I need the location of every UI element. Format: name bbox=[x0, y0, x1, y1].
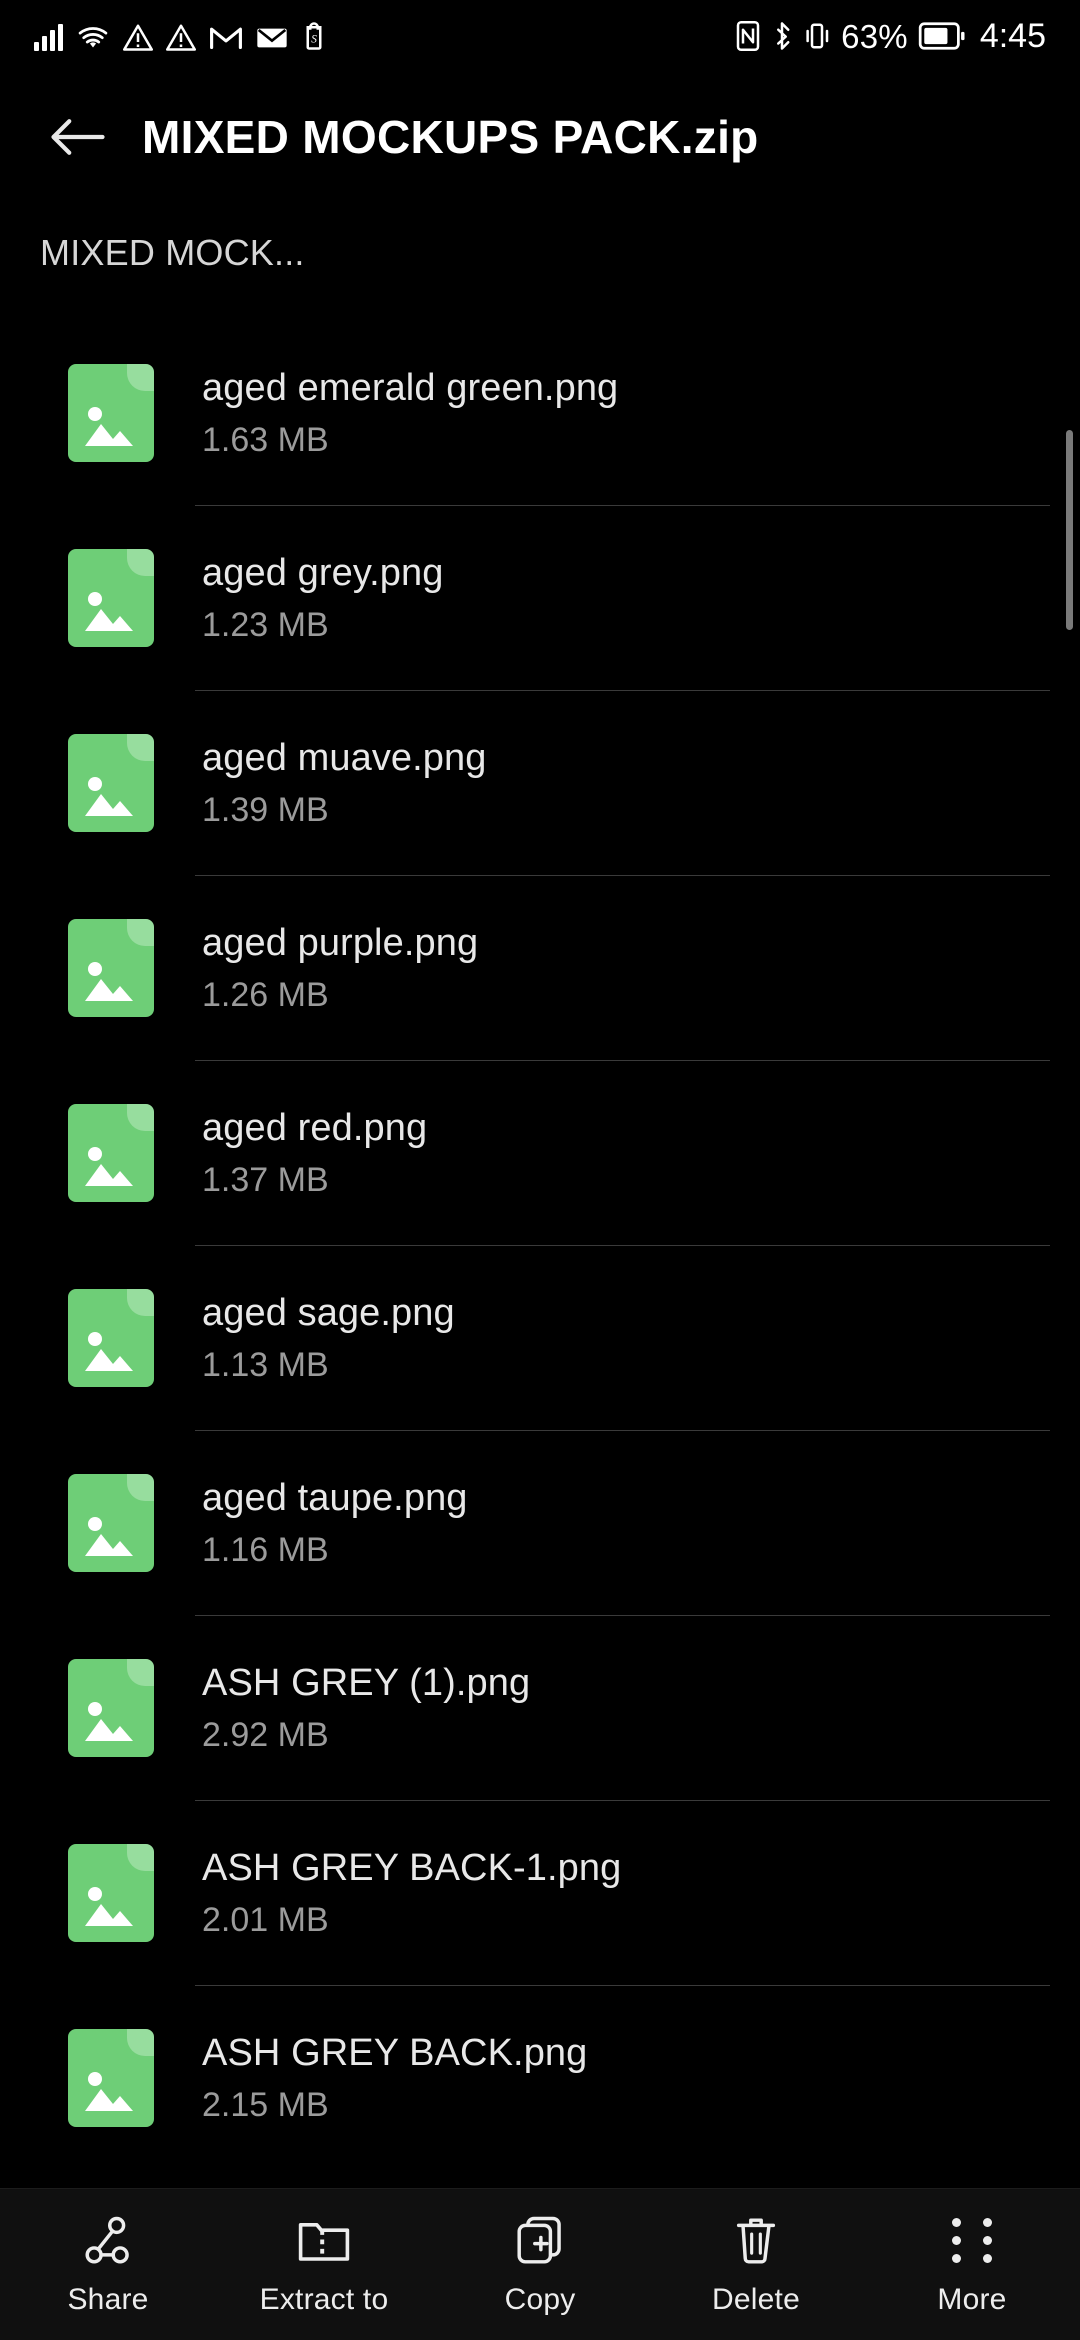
file-size: 1.26 MB bbox=[202, 975, 329, 1014]
extract-to-button[interactable]: Extract to bbox=[216, 2189, 432, 2340]
copy-label: Copy bbox=[504, 2282, 576, 2316]
signal-bars-icon bbox=[34, 23, 63, 51]
share-label: Share bbox=[67, 2282, 149, 2316]
trash-icon bbox=[733, 2213, 779, 2269]
file-meta: aged grey.png 1.23 MB bbox=[202, 551, 443, 644]
file-name: aged muave.png bbox=[202, 736, 487, 779]
file-size: 2.92 MB bbox=[202, 1715, 329, 1754]
file-size: 1.23 MB bbox=[202, 605, 329, 644]
status-bar: S 63% 4:45 bbox=[0, 0, 1080, 72]
file-size: 1.37 MB bbox=[202, 1160, 329, 1199]
svg-text:S: S bbox=[311, 33, 317, 45]
image-file-icon bbox=[68, 733, 154, 832]
app-bar: MIXED MOCKUPS PACK.zip bbox=[0, 72, 1080, 202]
table-row[interactable]: ASH GREY BACK.png 2.15 MB bbox=[0, 1985, 1080, 2170]
image-file-icon bbox=[68, 363, 154, 462]
table-row[interactable]: aged grey.png 1.23 MB bbox=[0, 505, 1080, 690]
copy-icon bbox=[515, 2213, 565, 2269]
file-size: 1.16 MB bbox=[202, 1530, 329, 1569]
file-name: aged sage.png bbox=[202, 1291, 455, 1334]
table-row[interactable]: aged emerald green.png 1.63 MB bbox=[0, 320, 1080, 505]
more-button[interactable]: More bbox=[864, 2189, 1080, 2340]
table-row[interactable]: aged purple.png 1.26 MB bbox=[0, 875, 1080, 1060]
copy-button[interactable]: Copy bbox=[432, 2189, 648, 2340]
image-file-icon bbox=[68, 2028, 154, 2127]
image-file-icon bbox=[68, 1843, 154, 1942]
delete-button[interactable]: Delete bbox=[648, 2189, 864, 2340]
scrollbar[interactable] bbox=[1066, 430, 1073, 630]
file-manager-screen: S 63% 4:45 MIXED MOCKUPS PACK.zip MIXED … bbox=[0, 0, 1080, 2340]
file-meta: aged taupe.png 1.16 MB bbox=[202, 1476, 468, 1569]
status-bar-right-icons: 63% 4:45 bbox=[735, 19, 1046, 53]
breadcrumb[interactable]: MIXED MOCK... bbox=[40, 232, 305, 274]
file-size: 1.39 MB bbox=[202, 790, 329, 829]
delete-label: Delete bbox=[712, 2282, 800, 2316]
table-row[interactable]: aged taupe.png 1.16 MB bbox=[0, 1430, 1080, 1615]
file-meta: ASH GREY BACK-1.png 2.01 MB bbox=[202, 1846, 621, 1939]
nfc-icon bbox=[736, 21, 760, 51]
bluetooth-icon bbox=[777, 22, 790, 50]
file-meta: aged red.png 1.37 MB bbox=[202, 1106, 427, 1199]
file-size: 1.63 MB bbox=[202, 420, 329, 459]
table-row[interactable]: aged red.png 1.37 MB bbox=[0, 1060, 1080, 1245]
image-file-icon bbox=[68, 1288, 154, 1387]
extract-to-label: Extract to bbox=[259, 2282, 389, 2316]
image-file-icon bbox=[68, 1473, 154, 1572]
back-button[interactable] bbox=[26, 85, 130, 189]
table-row[interactable]: aged muave.png 1.39 MB bbox=[0, 690, 1080, 875]
image-file-icon bbox=[68, 1103, 154, 1202]
file-name: ASH GREY BACK.png bbox=[202, 2031, 588, 2074]
file-meta: aged muave.png 1.39 MB bbox=[202, 736, 487, 829]
file-size: 2.01 MB bbox=[202, 1900, 329, 1939]
battery-percent-label: 63% bbox=[841, 17, 908, 55]
gmail-icon bbox=[210, 27, 242, 50]
table-row[interactable]: aged sage.png 1.13 MB bbox=[0, 1245, 1080, 1430]
file-meta: ASH GREY (1).png 2.92 MB bbox=[202, 1661, 530, 1754]
file-size: 2.15 MB bbox=[202, 2085, 329, 2124]
back-arrow-icon bbox=[51, 119, 105, 155]
image-file-icon bbox=[68, 918, 154, 1017]
bottom-action-bar: Share Extract to Copy Delete More bbox=[0, 2188, 1080, 2340]
image-file-icon bbox=[68, 548, 154, 647]
email-icon bbox=[257, 28, 287, 48]
file-meta: aged sage.png 1.13 MB bbox=[202, 1291, 455, 1384]
file-list[interactable]: aged emerald green.png 1.63 MB aged grey… bbox=[0, 320, 1080, 2188]
more-label: More bbox=[937, 2282, 1007, 2316]
warning-triangle-icon bbox=[166, 24, 196, 51]
file-name: aged purple.png bbox=[202, 921, 479, 964]
image-file-icon bbox=[68, 1658, 154, 1757]
clock-label: 4:45 bbox=[979, 17, 1046, 55]
shopify-icon: S bbox=[306, 22, 322, 50]
file-size: 1.13 MB bbox=[202, 1345, 329, 1384]
file-meta: aged purple.png 1.26 MB bbox=[202, 921, 478, 1014]
file-name: aged grey.png bbox=[202, 551, 444, 594]
battery-icon bbox=[918, 22, 965, 50]
vibrate-icon bbox=[806, 23, 829, 49]
warning-triangle-icon bbox=[123, 24, 153, 51]
share-button[interactable]: Share bbox=[0, 2189, 216, 2340]
file-name: aged red.png bbox=[202, 1106, 428, 1149]
more-dots-icon bbox=[952, 2213, 992, 2269]
file-name: aged taupe.png bbox=[202, 1476, 468, 1519]
extract-folder-icon bbox=[297, 2213, 351, 2269]
status-bar-left-icons: S bbox=[34, 21, 327, 51]
file-name: aged emerald green.png bbox=[202, 366, 619, 409]
page-title: MIXED MOCKUPS PACK.zip bbox=[142, 111, 759, 163]
share-icon bbox=[83, 2213, 133, 2269]
file-meta: aged emerald green.png 1.63 MB bbox=[202, 366, 618, 459]
file-meta: ASH GREY BACK.png 2.15 MB bbox=[202, 2031, 587, 2124]
table-row[interactable]: ASH GREY (1).png 2.92 MB bbox=[0, 1615, 1080, 1800]
wifi-icon bbox=[78, 27, 108, 48]
table-row[interactable]: ASH GREY BACK-1.png 2.01 MB bbox=[0, 1800, 1080, 1985]
file-name: ASH GREY BACK-1.png bbox=[202, 1846, 622, 1889]
file-name: ASH GREY (1).png bbox=[202, 1661, 531, 1704]
